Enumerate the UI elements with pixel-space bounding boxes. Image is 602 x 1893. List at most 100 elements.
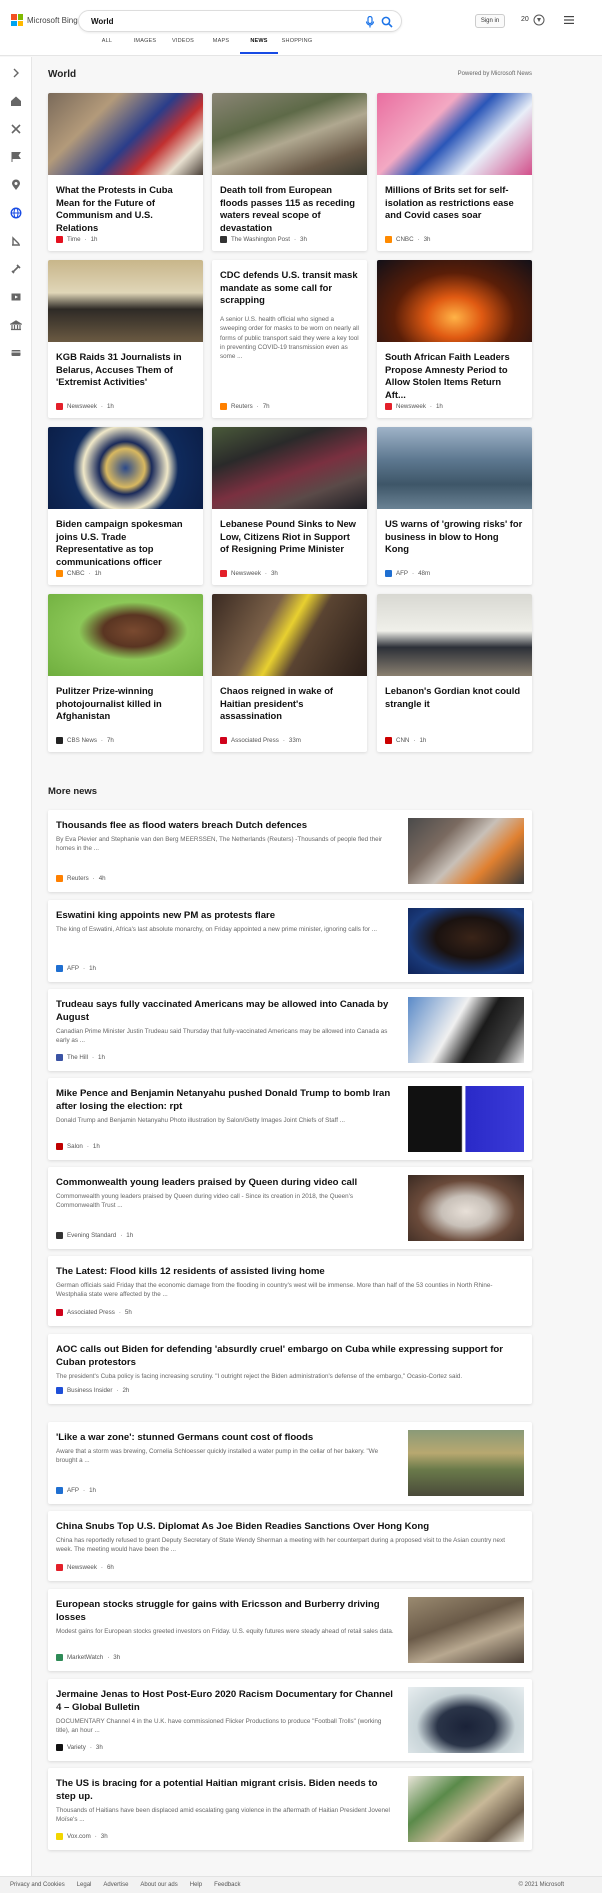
news-list-headline[interactable]: Trudeau says fully vaccinated Americans … [56,998,396,1024]
news-list-item[interactable]: AOC calls out Biden for defending 'absur… [48,1334,532,1404]
trudeau-photo[interactable] [408,997,524,1063]
riot-photo[interactable] [212,427,367,509]
news-card-source[interactable]: CNBC · 1h [56,570,102,577]
news-list-source[interactable]: Reuters · 4h [56,875,106,882]
news-card[interactable]: KGB Raids 31 Journalists in Belarus, Acc… [48,260,203,418]
news-card-source[interactable]: Newsweek · 3h [220,570,278,577]
politics-icon[interactable] [10,235,22,247]
tab-maps[interactable]: MAPS [202,38,240,54]
news-list-headline[interactable]: Thousands flee as flood waters breach Du… [56,819,396,832]
microphone-icon[interactable] [365,16,375,28]
news-card-source[interactable]: Associated Press · 33m [220,737,301,744]
tab-videos[interactable]: VIDEOS [164,38,202,54]
globe-icon[interactable] [10,207,22,219]
news-list-item[interactable]: 'Like a war zone': stunned Germans count… [48,1422,532,1504]
jenas-photo[interactable] [408,1687,524,1753]
science-icon[interactable] [10,263,22,275]
nhs-app-photo[interactable] [377,93,532,175]
news-card-source[interactable]: The Washington Post · 3h [220,236,307,243]
news-card-headline[interactable]: KGB Raids 31 Journalists in Belarus, Acc… [56,351,195,389]
search-box[interactable]: World [78,10,402,32]
news-card[interactable]: Chaos reigned in wake of Haitian preside… [212,594,367,752]
footer-link[interactable]: Advertise [103,1882,128,1888]
news-list-item[interactable]: Mike Pence and Benjamin Netanyahu pushed… [48,1078,532,1160]
bing-logo[interactable]: Microsoft Bing [11,14,78,26]
search-icon[interactable] [381,16,393,28]
news-list-source[interactable]: Associated Press · 5h [56,1309,132,1316]
entertainment-icon[interactable] [10,291,22,303]
news-card[interactable]: Millions of Brits set for self-isolation… [377,93,532,251]
news-card-source[interactable]: Newsweek · 1h [385,403,443,410]
news-card-source[interactable]: Reuters · 7h [220,403,270,410]
eswatini-photo[interactable] [408,908,524,974]
news-list-item[interactable]: European stocks struggle for gains with … [48,1589,532,1671]
footer-link[interactable]: Legal [77,1882,92,1888]
leaders-meeting-photo[interactable] [48,260,203,342]
german-street-photo[interactable] [408,1430,524,1496]
hamburger-menu-icon[interactable] [564,15,574,25]
news-card[interactable]: What the Protests in Cuba Mean for the F… [48,93,203,251]
news-list-source[interactable]: Business Insider · 2h [56,1387,129,1394]
news-card[interactable]: South African Faith Leaders Propose Amne… [377,260,532,418]
news-list-item[interactable]: Commonwealth young leaders praised by Qu… [48,1167,532,1249]
news-list-item[interactable]: Trudeau says fully vaccinated Americans … [48,989,532,1071]
news-card[interactable]: Biden campaign spokesman joins U.S. Trad… [48,427,203,585]
footer-link[interactable]: About our ads [140,1882,177,1888]
news-list-headline[interactable]: Jermaine Jenas to Host Post-Euro 2020 Ra… [56,1688,396,1714]
news-list-item[interactable]: The US is bracing for a potential Haitia… [48,1768,532,1850]
news-list-headline[interactable]: China Snubs Top U.S. Diplomat As Joe Bid… [56,1520,516,1533]
news-list-source[interactable]: MarketWatch · 3h [56,1654,120,1661]
hongkong-photo[interactable] [377,427,532,509]
news-card-headline[interactable]: South African Faith Leaders Propose Amne… [385,351,524,401]
news-list-source[interactable]: Newsweek · 6h [56,1564,114,1571]
news-card-source[interactable]: CBS News · 7h [56,737,114,744]
news-list-source[interactable]: Evening Standard · 1h [56,1232,133,1239]
news-list-source[interactable]: AFP · 1h [56,965,96,972]
flood-debris-photo[interactable] [212,93,367,175]
rewards-points[interactable]: 20 [521,16,529,23]
lifestyle-icon[interactable] [10,347,22,359]
news-card-headline[interactable]: Biden campaign spokesman joins U.S. Trad… [56,518,195,568]
fire-night-photo[interactable] [377,260,532,342]
home-icon[interactable] [10,95,22,107]
rubble-photo[interactable] [408,1597,524,1663]
haiti-tape-photo[interactable] [212,594,367,676]
news-card-headline[interactable]: Lebanon's Gordian knot could strangle it [385,685,524,710]
news-card-source[interactable]: CNBC · 3h [385,236,431,243]
haiti-crowd-photo[interactable] [408,1776,524,1842]
tab-all[interactable]: ALL [88,38,126,54]
news-list-headline[interactable]: The Latest: Flood kills 12 residents of … [56,1265,516,1278]
rewards-medal-icon[interactable] [533,13,545,27]
sign-in-button[interactable]: Sign in [475,14,505,28]
news-list-source[interactable]: Salon · 1h [56,1143,100,1150]
news-list-headline[interactable]: Mike Pence and Benjamin Netanyahu pushed… [56,1087,396,1113]
expand-icon[interactable] [10,67,22,79]
footer-link[interactable]: Help [190,1882,202,1888]
news-list-source[interactable]: Variety · 3h [56,1744,103,1751]
tab-images[interactable]: IMAGES [126,38,164,54]
news-list-headline[interactable]: 'Like a war zone': stunned Germans count… [56,1431,396,1444]
news-card[interactable]: Lebanese Pound Sinks to New Low, Citizen… [212,427,367,585]
news-card[interactable]: Death toll from European floods passes 1… [212,93,367,251]
money-icon[interactable] [10,319,22,331]
protest-photo[interactable] [48,93,203,175]
flag-icon[interactable] [10,151,22,163]
news-card-headline[interactable]: What the Protests in Cuba Mean for the F… [56,184,195,234]
news-card-headline[interactable]: Pulitzer Prize-winning photojournalist k… [56,685,195,723]
news-card[interactable]: CDC defends U.S. transit mask mandate as… [212,260,367,418]
sports-icon[interactable] [10,123,22,135]
news-list-source[interactable]: AFP · 1h [56,1487,96,1494]
tab-shopping[interactable]: SHOPPING [278,38,316,54]
news-card-headline[interactable]: Lebanese Pound Sinks to New Low, Citizen… [220,518,359,556]
office-meeting-photo[interactable] [377,594,532,676]
trump-netanyahu-photo[interactable] [408,1086,524,1152]
search-input[interactable]: World [91,17,114,26]
news-card-headline[interactable]: Chaos reigned in wake of Haitian preside… [220,685,359,723]
news-card-headline[interactable]: Death toll from European floods passes 1… [220,184,359,234]
news-list-item[interactable]: Jermaine Jenas to Host Post-Euro 2020 Ra… [48,1679,532,1761]
news-list-headline[interactable]: European stocks struggle for gains with … [56,1598,396,1624]
news-list-item[interactable]: The Latest: Flood kills 12 residents of … [48,1256,532,1326]
location-icon[interactable] [10,179,22,191]
footer-link[interactable]: Feedback [214,1882,240,1888]
news-list-headline[interactable]: AOC calls out Biden for defending 'absur… [56,1343,516,1369]
